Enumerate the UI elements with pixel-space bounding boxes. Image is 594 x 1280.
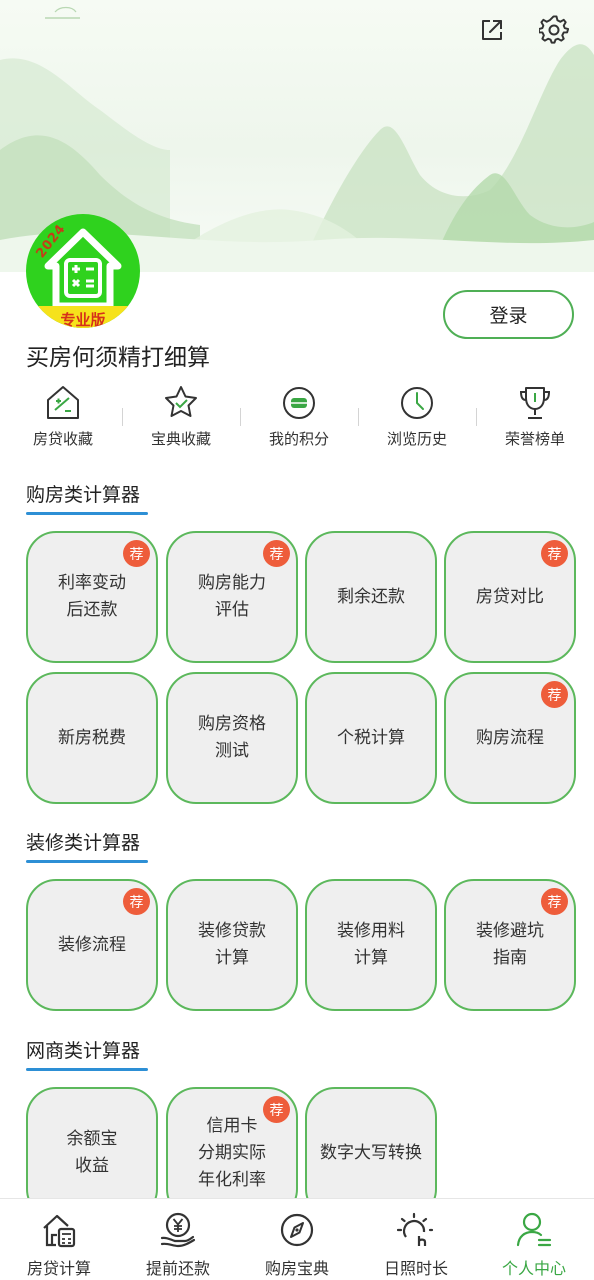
tile-label: 数字大写转换 bbox=[320, 1142, 422, 1163]
house-calc-icon bbox=[47, 386, 79, 419]
tile-label: 装修用料 计算 bbox=[337, 921, 405, 968]
quick-link-my-points[interactable]: 我的积分 bbox=[240, 384, 358, 454]
quick-link-label: 浏览历史 bbox=[386, 430, 447, 448]
tile-label: 剩余还款 bbox=[337, 586, 405, 607]
quick-link-label: 我的积分 bbox=[268, 430, 329, 448]
tile-renovation-loan[interactable]: 装修贷款 计算 bbox=[166, 879, 298, 1011]
recommend-badge: 荐 bbox=[263, 540, 290, 567]
recommend-badge: 荐 bbox=[541, 681, 568, 708]
tile-affordability[interactable]: 购房能力 评估 荐 bbox=[166, 531, 298, 663]
tile-label: 购房能力 评估 bbox=[198, 573, 266, 620]
coin-icon bbox=[283, 387, 315, 419]
recommend-badge: 荐 bbox=[123, 540, 150, 567]
recommend-badge: 荐 bbox=[541, 888, 568, 915]
logo-ribbon-text: 专业版 bbox=[60, 311, 106, 328]
tile-label: 利率变动 后还款 bbox=[58, 573, 126, 620]
nav-label: 提前还款 bbox=[145, 1259, 210, 1278]
house-calculator-icon bbox=[43, 1214, 76, 1248]
recommend-badge: 荐 bbox=[541, 540, 568, 567]
tile-buying-process[interactable]: 购房流程 荐 bbox=[444, 672, 576, 804]
nav-label: 个人中心 bbox=[501, 1259, 566, 1278]
tile-new-house-tax[interactable]: 新房税费 bbox=[26, 672, 158, 804]
tile-rate-change-repayment[interactable]: 利率变动 后还款 荐 bbox=[26, 531, 158, 663]
quick-link-mortgage-favorites[interactable]: 房贷收藏 bbox=[4, 384, 122, 454]
nav-label: 购房宝典 bbox=[264, 1259, 329, 1278]
quick-link-label: 宝典收藏 bbox=[150, 430, 211, 448]
quick-link-honor-list[interactable]: 荣誉榜单 bbox=[476, 384, 594, 454]
nav-prepayment[interactable]: 提前还款 bbox=[119, 1199, 237, 1280]
bottom-navigation: 房贷计算 提前还款 购房宝典 日照时长 个人中心 bbox=[0, 1198, 594, 1280]
tile-label: 新房税费 bbox=[58, 727, 126, 748]
tile-label: 个税计算 bbox=[337, 727, 405, 748]
section-title-online-business: 网商类计算器 bbox=[26, 1040, 141, 1062]
gear-icon bbox=[539, 15, 569, 44]
tile-label: 装修避坑 指南 bbox=[476, 921, 544, 968]
slogan: 买房何须精打细算 bbox=[26, 345, 210, 371]
login-button[interactable]: 登录 bbox=[443, 290, 574, 339]
tile-remaining-repayment[interactable]: 剩余还款 bbox=[305, 531, 437, 663]
trophy-icon bbox=[519, 387, 551, 419]
sun-hours-icon bbox=[397, 1212, 434, 1246]
quick-links-row: 房贷收藏 宝典收藏 我的积分 浏览历史 荣誉榜单 bbox=[0, 384, 594, 454]
app-logo: 2024 专业版 bbox=[26, 214, 140, 328]
section-underline bbox=[26, 860, 148, 863]
nav-sunshine-hours[interactable]: 日照时长 bbox=[357, 1199, 475, 1280]
nav-mortgage-calc[interactable]: 房贷计算 bbox=[0, 1199, 118, 1280]
compass-icon bbox=[280, 1213, 314, 1247]
tile-renovation-materials[interactable]: 装修用料 计算 bbox=[305, 879, 437, 1011]
quick-link-label: 房贷收藏 bbox=[32, 430, 93, 448]
settings-button[interactable] bbox=[536, 12, 572, 48]
tile-label: 装修流程 bbox=[58, 934, 126, 955]
user-icon bbox=[516, 1212, 552, 1247]
tile-label: 购房资格 测试 bbox=[198, 714, 266, 761]
quick-link-label: 荣誉榜单 bbox=[504, 430, 565, 448]
section-title-home-buying: 购房类计算器 bbox=[26, 484, 141, 506]
share-icon bbox=[482, 20, 502, 40]
clock-icon bbox=[401, 387, 433, 419]
quick-link-history[interactable]: 浏览历史 bbox=[358, 384, 476, 454]
section-title-renovation: 装修类计算器 bbox=[26, 832, 141, 854]
nav-label: 房贷计算 bbox=[26, 1259, 91, 1278]
tile-loan-compare[interactable]: 房贷对比 荐 bbox=[444, 531, 576, 663]
tile-label: 房贷对比 bbox=[476, 586, 544, 607]
yuan-hand-icon bbox=[160, 1212, 196, 1248]
tile-renovation-pitfalls[interactable]: 装修避坑 指南 荐 bbox=[444, 879, 576, 1011]
tile-income-tax[interactable]: 个税计算 bbox=[305, 672, 437, 804]
nav-home-guide[interactable]: 购房宝典 bbox=[238, 1199, 356, 1280]
tile-label: 信用卡 分期实际 年化利率 bbox=[198, 1115, 266, 1190]
nav-label: 日照时长 bbox=[383, 1259, 448, 1278]
nav-personal-center[interactable]: 个人中心 bbox=[475, 1199, 593, 1280]
quick-link-guide-favorites[interactable]: 宝典收藏 bbox=[122, 384, 240, 454]
section-underline bbox=[26, 512, 148, 515]
share-button[interactable] bbox=[474, 12, 510, 48]
section-underline bbox=[26, 1068, 148, 1071]
tile-eligibility-test[interactable]: 购房资格 测试 bbox=[166, 672, 298, 804]
tile-renovation-process[interactable]: 装修流程 荐 bbox=[26, 879, 158, 1011]
tile-label: 余额宝 收益 bbox=[66, 1129, 118, 1176]
tile-label: 购房流程 bbox=[476, 727, 544, 748]
star-icon bbox=[165, 386, 197, 417]
recommend-badge: 荐 bbox=[263, 1096, 290, 1123]
tile-label: 装修贷款 计算 bbox=[198, 921, 266, 968]
recommend-badge: 荐 bbox=[123, 888, 150, 915]
